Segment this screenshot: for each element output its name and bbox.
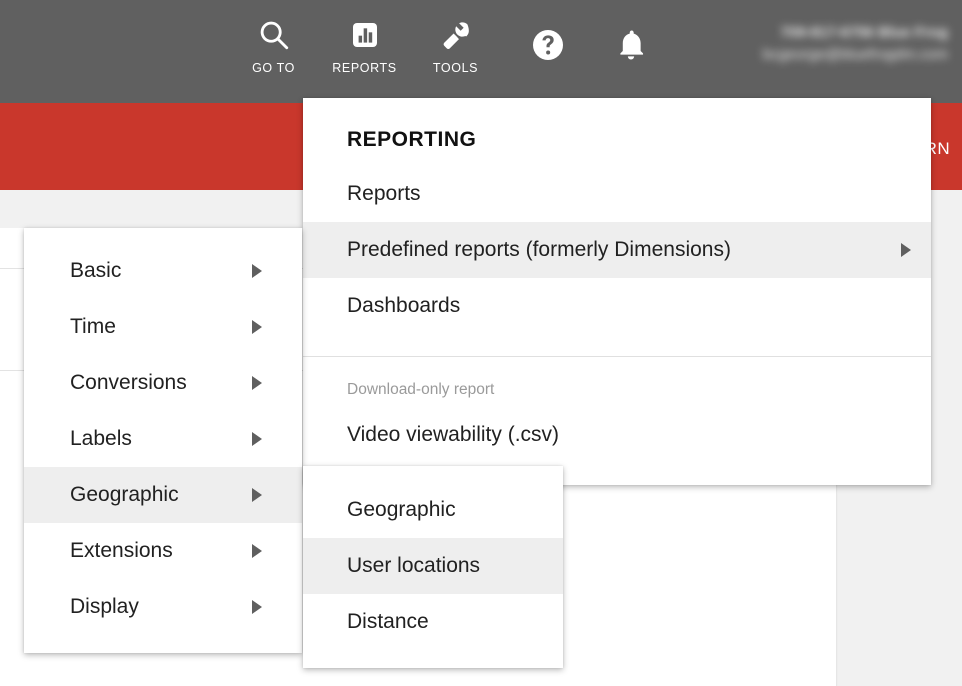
submenu-item-time[interactable]: Time bbox=[24, 299, 302, 355]
top-bar-utility-icons bbox=[530, 27, 648, 63]
menu-item-predefined-reports[interactable]: Predefined reports (formerly Dimensions) bbox=[303, 222, 931, 278]
account-email: bcgeorge@bluefrogdm.com bbox=[762, 46, 948, 63]
submenu-item-label: Conversions bbox=[70, 371, 187, 394]
chevron-right-icon bbox=[252, 600, 262, 614]
menu-section-label-download-only: Download-only report bbox=[347, 381, 495, 398]
submenu-item-label: Geographic bbox=[70, 483, 179, 506]
menu-heading-reporting: REPORTING bbox=[347, 128, 477, 151]
menu-item-dashboards[interactable]: Dashboards bbox=[303, 278, 931, 334]
submenu-item-label: Time bbox=[70, 315, 116, 338]
notifications-bell-icon[interactable] bbox=[614, 28, 648, 62]
submenu-item-labels[interactable]: Labels bbox=[24, 411, 302, 467]
submenu-item-label: Extensions bbox=[70, 539, 173, 562]
nav-item-label: GO TO bbox=[252, 61, 295, 75]
geographic-submenu: Geographic User locations Distance bbox=[303, 466, 563, 668]
nav-item-go-to[interactable]: GO TO bbox=[228, 14, 319, 75]
menu-spacer bbox=[303, 334, 931, 356]
submenu-item-user-locations[interactable]: User locations bbox=[303, 538, 563, 594]
menu-item-label: Predefined reports (formerly Dimensions) bbox=[347, 238, 731, 261]
menu-item-label: Reports bbox=[347, 182, 421, 205]
bar-chart-icon bbox=[349, 14, 381, 56]
submenu-item-conversions[interactable]: Conversions bbox=[24, 355, 302, 411]
submenu-item-geographic[interactable]: Geographic bbox=[24, 467, 302, 523]
submenu-item-label: User locations bbox=[347, 554, 481, 577]
menu-item-reports[interactable]: Reports bbox=[303, 166, 931, 222]
submenu-item-label: Display bbox=[70, 595, 139, 618]
submenu-item-basic[interactable]: Basic bbox=[24, 243, 302, 299]
menu-spacer bbox=[303, 466, 563, 482]
nav-item-reports[interactable]: REPORTS bbox=[319, 14, 410, 75]
chevron-right-icon bbox=[252, 432, 262, 446]
top-navigation-bar: GO TO REPORTS TOOLS 709-817-6756 Blue Fr… bbox=[0, 0, 962, 103]
submenu-item-label: Labels bbox=[70, 427, 132, 450]
wrench-icon bbox=[439, 14, 473, 56]
nav-item-tools[interactable]: TOOLS bbox=[410, 14, 501, 75]
submenu-item-distance[interactable]: Distance bbox=[303, 594, 563, 650]
menu-spacer bbox=[24, 228, 302, 243]
menu-item-label: Dashboards bbox=[347, 294, 461, 317]
nav-item-label: REPORTS bbox=[332, 61, 397, 75]
account-name: 709-817-6756 Blue Frog bbox=[780, 24, 948, 41]
submenu-item-label: Distance bbox=[347, 610, 429, 633]
predefined-reports-submenu: Basic Time Conversions Labels Geographic… bbox=[24, 228, 302, 653]
menu-item-video-viewability-csv[interactable]: Video viewability (.csv) bbox=[303, 407, 931, 463]
chevron-right-icon bbox=[901, 243, 911, 257]
top-nav-items: GO TO REPORTS TOOLS bbox=[228, 14, 501, 75]
menu-item-label: Video viewability (.csv) bbox=[347, 423, 560, 446]
search-icon bbox=[257, 14, 291, 56]
chevron-right-icon bbox=[252, 488, 262, 502]
chevron-right-icon bbox=[252, 376, 262, 390]
help-icon[interactable] bbox=[530, 27, 566, 63]
submenu-item-label: Geographic bbox=[347, 498, 456, 521]
reporting-dropdown-menu: REPORTING Reports Predefined reports (fo… bbox=[303, 98, 931, 485]
submenu-item-display[interactable]: Display bbox=[24, 579, 302, 635]
submenu-item-extensions[interactable]: Extensions bbox=[24, 523, 302, 579]
chevron-right-icon bbox=[252, 320, 262, 334]
menu-spacer bbox=[24, 635, 302, 653]
application-window: GO TO REPORTS TOOLS 709-817-6756 Blue Fr… bbox=[0, 0, 962, 686]
account-info[interactable]: 709-817-6756 Blue Frog bcgeorge@bluefrog… bbox=[763, 22, 948, 66]
submenu-item-label: Basic bbox=[70, 259, 122, 282]
chevron-right-icon bbox=[252, 544, 262, 558]
nav-item-label: TOOLS bbox=[432, 61, 479, 75]
menu-spacer bbox=[303, 650, 563, 668]
chevron-right-icon bbox=[252, 264, 262, 278]
submenu-item-geographic-report[interactable]: Geographic bbox=[303, 482, 563, 538]
